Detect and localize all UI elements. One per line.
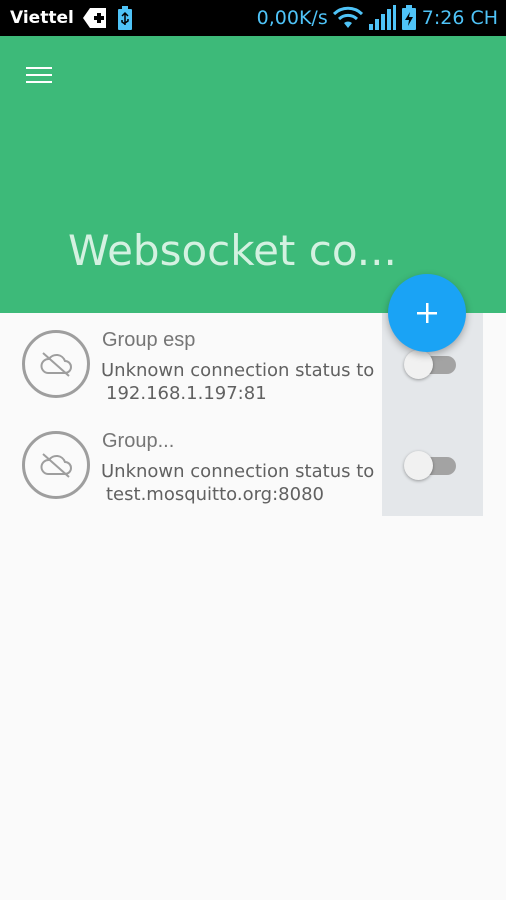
connection-address: 192.168.1.197:81 bbox=[106, 383, 267, 404]
status-bar: Viettel 0,00K/s 7:26 CH bbox=[0, 0, 506, 36]
medical-cross-notification-icon bbox=[82, 7, 108, 29]
app-bar: Websocket co... bbox=[0, 36, 506, 313]
signal-strength-icon bbox=[368, 5, 396, 31]
connection-title: Group... bbox=[102, 430, 175, 452]
battery-charging-icon bbox=[401, 5, 417, 31]
network-speed: 0,00K/s bbox=[256, 7, 328, 29]
clock: 7:26 CH bbox=[421, 7, 498, 29]
connection-status-text: Unknown connection status to bbox=[101, 360, 375, 381]
connection-status: Unknown connection status to test.mosqui… bbox=[101, 460, 374, 506]
hamburger-icon-bar bbox=[26, 81, 52, 83]
page-title: Websocket co... bbox=[68, 226, 397, 275]
connection-avatar bbox=[22, 431, 90, 499]
connection-toggle[interactable] bbox=[404, 451, 458, 481]
connection-avatar bbox=[22, 330, 90, 398]
connection-status: Unknown connection status to 192.168.1.1… bbox=[101, 359, 374, 405]
connection-toggle[interactable] bbox=[404, 350, 458, 380]
cloud-off-icon bbox=[40, 352, 72, 377]
toggle-thumb bbox=[404, 350, 433, 379]
wifi-icon bbox=[332, 6, 363, 30]
carrier-name: Viettel bbox=[10, 8, 74, 28]
hamburger-icon-bar bbox=[26, 74, 52, 76]
connection-title: Group esp bbox=[102, 329, 196, 351]
connection-address: test.mosquitto.org:8080 bbox=[106, 484, 324, 505]
connection-status-text: Unknown connection status to bbox=[101, 461, 375, 482]
connection-row[interactable]: Group... Unknown connection status to te… bbox=[0, 414, 506, 515]
toggle-thumb bbox=[404, 451, 433, 480]
add-connection-button[interactable] bbox=[388, 274, 466, 352]
plus-icon bbox=[417, 303, 437, 323]
cloud-off-icon bbox=[40, 453, 72, 478]
menu-button[interactable] bbox=[22, 62, 56, 88]
usb-battery-icon bbox=[116, 5, 134, 31]
hamburger-icon-bar bbox=[26, 67, 52, 69]
